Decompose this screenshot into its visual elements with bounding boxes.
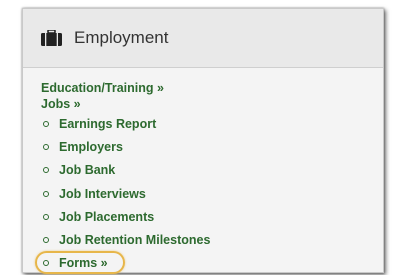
employers-link[interactable]: Employers bbox=[59, 140, 123, 154]
job-interviews-link[interactable]: Job Interviews bbox=[59, 187, 146, 201]
bullet-icon bbox=[43, 237, 49, 244]
briefcase-icon bbox=[41, 30, 62, 46]
bullet-icon bbox=[43, 167, 49, 174]
list-item: Forms » bbox=[35, 250, 383, 275]
education-training-link[interactable]: Education/Training » bbox=[41, 80, 383, 96]
jobs-submenu: Earnings Report Employers Job Bank Job I… bbox=[35, 112, 383, 275]
bullet-icon bbox=[43, 120, 49, 127]
bullet-icon bbox=[43, 213, 49, 220]
list-item: Job Interviews bbox=[41, 182, 383, 205]
list-item: Job Retention Milestones bbox=[41, 228, 383, 251]
job-placements-link[interactable]: Job Placements bbox=[59, 210, 154, 224]
panel-title: Employment bbox=[74, 28, 169, 47]
employment-links: Education/Training » Jobs » Earnings Rep… bbox=[23, 68, 383, 275]
job-bank-link[interactable]: Job Bank bbox=[59, 163, 115, 177]
bullet-icon bbox=[43, 143, 49, 150]
employment-panel: Employment Education/Training » Jobs » E… bbox=[22, 8, 384, 275]
earnings-report-link[interactable]: Earnings Report bbox=[59, 117, 156, 131]
highlight-ring bbox=[35, 250, 125, 274]
list-item: Employers bbox=[41, 135, 383, 158]
bullet-icon bbox=[43, 190, 49, 197]
job-retention-milestones-link[interactable]: Job Retention Milestones bbox=[59, 233, 210, 247]
list-item: Earnings Report bbox=[41, 112, 383, 135]
panel-header: Employment bbox=[23, 9, 383, 68]
jobs-link[interactable]: Jobs » bbox=[41, 96, 383, 112]
list-item: Job Bank bbox=[41, 159, 383, 182]
list-item: Job Placements bbox=[41, 205, 383, 228]
